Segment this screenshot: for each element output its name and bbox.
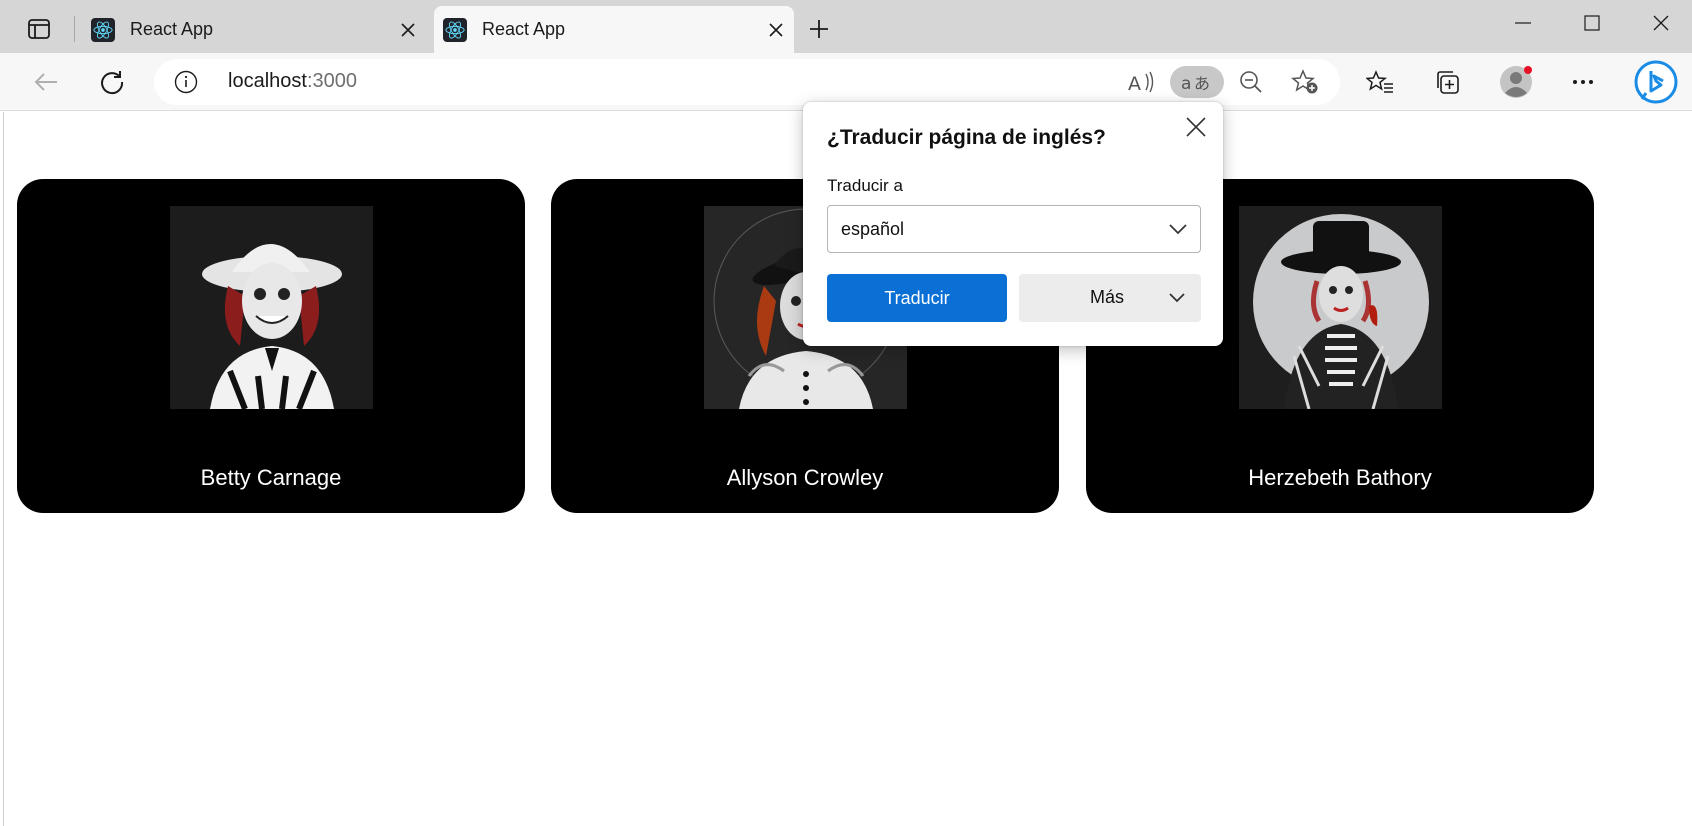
collections-icon[interactable] (1427, 62, 1467, 102)
more-button-label: Más (1090, 287, 1125, 307)
add-favorite-icon[interactable] (1288, 66, 1322, 98)
close-icon[interactable] (1181, 112, 1211, 142)
site-info-icon[interactable] (174, 70, 198, 94)
svg-text:あ: あ (1194, 74, 1210, 93)
svg-text:a: a (1181, 74, 1191, 94)
react-logo-icon (91, 18, 115, 42)
tab-strip: React App React App (0, 0, 1692, 53)
minimize-icon[interactable] (1488, 0, 1558, 46)
character-name: Allyson Crowley (726, 465, 884, 490)
tab-react-app-1[interactable]: React App (82, 6, 426, 53)
tab-separator (74, 16, 75, 42)
character-portrait (170, 206, 373, 409)
read-aloud-icon[interactable]: A (1124, 66, 1158, 98)
window-close-icon[interactable] (1626, 0, 1692, 46)
translate-popup: ¿Traducir página de inglés? Traducir a e… (803, 102, 1223, 346)
character-name: Herzebeth Bathory (1248, 465, 1432, 490)
more-button[interactable]: Más (1019, 274, 1201, 322)
maximize-icon[interactable] (1557, 0, 1627, 46)
profile-avatar[interactable] (1496, 62, 1536, 102)
character-name: Betty Carnage (200, 465, 342, 490)
svg-text:A: A (1128, 73, 1141, 94)
url-text[interactable]: localhost:3000 (228, 70, 357, 93)
left-window-edge (0, 112, 4, 826)
address-bar[interactable]: localhost:3000 A aあ (154, 59, 1340, 105)
react-logo-icon (443, 18, 467, 42)
target-language-value: español (841, 219, 905, 239)
target-language-select[interactable]: español (827, 205, 1201, 253)
url-host: localhost (228, 70, 307, 92)
tab-title: React App (130, 19, 214, 39)
translate-to-label: Traducir a (827, 176, 903, 195)
more-options-icon[interactable] (1563, 62, 1603, 102)
tab-title: React App (482, 19, 566, 39)
bing-copilot-icon[interactable] (1632, 58, 1680, 106)
refresh-icon[interactable] (92, 62, 132, 102)
translate-button[interactable]: Traducir (827, 274, 1007, 322)
translate-popup-title: ¿Traducir página de inglés? (827, 126, 1106, 149)
tab-react-app-2[interactable]: React App (434, 6, 794, 53)
character-portrait (1239, 206, 1442, 409)
url-port: :3000 (306, 70, 357, 92)
back-arrow-icon[interactable] (26, 62, 66, 102)
tab-actions-icon[interactable] (22, 13, 56, 45)
character-card[interactable]: Betty Carnage (17, 179, 525, 513)
close-tab-icon[interactable] (398, 20, 418, 40)
close-tab-icon[interactable] (766, 20, 786, 40)
chevron-down-icon (1167, 287, 1187, 312)
favorites-icon[interactable] (1360, 62, 1400, 102)
zoom-out-icon[interactable] (1234, 66, 1268, 98)
new-tab-plus-icon[interactable] (802, 12, 836, 46)
chevron-down-icon (1168, 219, 1188, 244)
translate-icon[interactable]: aあ (1170, 66, 1224, 98)
